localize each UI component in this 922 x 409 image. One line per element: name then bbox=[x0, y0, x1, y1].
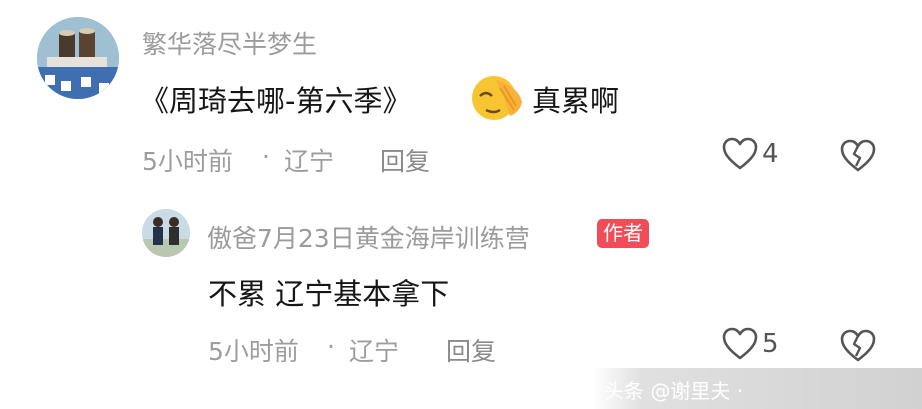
reply-location: 辽宁 bbox=[349, 337, 400, 366]
comment-text-part1: 《周琦去哪-第六季》 bbox=[140, 84, 412, 118]
avatar[interactable] bbox=[37, 17, 119, 99]
author-badge: 作者 bbox=[597, 219, 649, 248]
reply-button[interactable]: 回复 bbox=[380, 142, 430, 178]
comment-username[interactable]: 繁华落尽半梦生 bbox=[142, 25, 317, 61]
broken-heart-icon bbox=[840, 329, 876, 362]
like-button[interactable]: 4 bbox=[722, 137, 779, 171]
watermark-text: 头条 @谢里夫 · bbox=[604, 379, 744, 403]
comment-text-part2: 真累啊 bbox=[532, 84, 620, 118]
heart-icon bbox=[722, 137, 758, 171]
dislike-button[interactable] bbox=[840, 139, 876, 173]
meta-separator: · bbox=[262, 142, 270, 171]
reply-avatar[interactable] bbox=[142, 209, 190, 257]
reply-reply-button[interactable]: 回复 bbox=[446, 332, 496, 368]
like-count: 4 bbox=[762, 139, 779, 169]
reply-like-count: 5 bbox=[762, 329, 779, 359]
reply-dislike-button[interactable] bbox=[840, 329, 876, 363]
meta-separator: · bbox=[327, 332, 335, 361]
reply-time: 5小时前 bbox=[208, 337, 299, 366]
broken-heart-icon bbox=[840, 139, 876, 172]
comment-location: 辽宁 bbox=[284, 147, 335, 176]
heart-icon bbox=[722, 327, 758, 361]
reply-username[interactable]: 傲爸7月23日黄金海岸训练营 bbox=[207, 219, 530, 255]
avatar-image bbox=[37, 17, 119, 99]
reply-text: 不累 辽宁基本拿下 bbox=[208, 277, 450, 311]
comment-time: 5小时前 bbox=[142, 147, 233, 176]
reply-avatar-image bbox=[142, 209, 190, 257]
reply-like-button[interactable]: 5 bbox=[722, 327, 779, 361]
face-palm-emoji bbox=[470, 74, 526, 126]
